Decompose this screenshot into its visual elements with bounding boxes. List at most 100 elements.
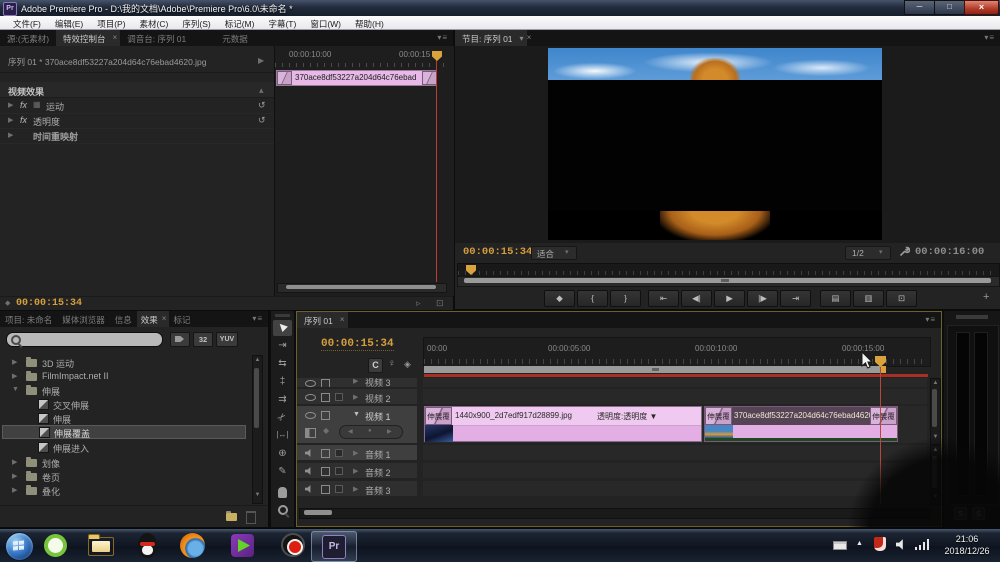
tray-expand-icon[interactable]: ▲ (856, 540, 863, 547)
expand-icon[interactable]: ▼ (353, 411, 360, 418)
row-expand-icon[interactable]: ▶ (8, 116, 13, 124)
video-effects-section[interactable]: 视频效果 ▴ (0, 82, 274, 98)
tree-item-folder[interactable]: ▶ 划像 (0, 455, 248, 469)
tab-close-icon[interactable]: × (339, 312, 348, 328)
snap-button[interactable]: C (368, 358, 383, 373)
tab-effect-controls[interactable]: 特效控制台 (56, 30, 113, 46)
encore-chapter-marker-icon[interactable]: ♀ (388, 358, 396, 369)
tab-audio-mixer[interactable]: 调音台: 序列 01 (120, 30, 193, 46)
track-header-video3-partial[interactable]: ▶ 视频 3 (297, 378, 417, 387)
track-lock-icon[interactable] (335, 485, 343, 493)
sync-lock-icon[interactable] (321, 393, 330, 402)
expand-icon[interactable]: ▶ (12, 372, 17, 380)
scroll-up-icon[interactable]: ▲ (931, 380, 940, 386)
ecp-clip-bar[interactable]: 370ace8df53227a204d64c76ebad (276, 70, 437, 86)
track-lane-audio1[interactable] (423, 445, 927, 460)
prev-keyframe-icon[interactable]: ◀ (348, 428, 353, 435)
timeline-clip[interactable]: 1440x900_2d7edf917d28899.jpg 透明度:透明度 ▼ 伸… (424, 406, 702, 442)
marker-icon[interactable]: ◆ (5, 299, 10, 307)
maximize-button[interactable]: □ (934, 0, 965, 15)
step-forward-button[interactable]: |▶ (747, 290, 778, 307)
row-expand-icon[interactable]: ▶ (8, 101, 13, 109)
tree-item-effect[interactable]: 交叉伸展 (0, 397, 248, 411)
keyframe-navigator[interactable]: ◀ ● ▶ (339, 425, 403, 439)
ecp-h-scrollbar[interactable] (277, 283, 447, 293)
tab-project[interactable]: 项目: 未命名 (0, 311, 57, 327)
unnumbered-marker-icon[interactable]: ◈ (404, 359, 411, 370)
tab-markers[interactable]: 标记 (169, 311, 194, 327)
slip-tool[interactable]: |↔| (271, 430, 294, 439)
button-editor-icon[interactable]: + (983, 291, 989, 303)
tab-info[interactable]: 信息 (110, 311, 137, 327)
effect-row-time-remap[interactable]: ▶ 时间重映射 (0, 128, 274, 144)
track-header-audio1[interactable]: ▶ 音频 1 (297, 445, 417, 460)
menu-marker[interactable]: 标记(M) (218, 16, 262, 29)
add-marker-button[interactable]: ◆ (544, 290, 575, 307)
tab-media-browser[interactable]: 媒体浏览器 (57, 311, 110, 327)
keyframe-icon[interactable]: ◆ (323, 426, 329, 435)
taskbar-item-qq[interactable] (138, 533, 157, 558)
speaker-icon[interactable] (305, 467, 311, 475)
work-area-bar[interactable] (424, 366, 886, 373)
taskbar-item-firefox[interactable] (180, 533, 205, 558)
taskbar-item-browser[interactable] (44, 534, 67, 557)
fit-dropdown[interactable]: 适合 ▾ (531, 246, 577, 260)
track-lock-icon[interactable] (335, 449, 343, 457)
razor-tool[interactable]: ✂ (270, 405, 294, 429)
panel-menu-icon[interactable]: ▾≡ (252, 311, 268, 327)
scroll-thumb[interactable] (286, 285, 436, 289)
next-keyframe-icon[interactable]: ▶ (387, 428, 392, 435)
tree-item-folder[interactable]: ▶ 3D 运动 (0, 355, 248, 369)
export-frame-button[interactable]: ⊡ (886, 290, 917, 307)
transition-block-icon[interactable] (422, 71, 437, 85)
security-tray-icon[interactable] (874, 537, 886, 551)
tab-sequence[interactable]: 序列 01 (297, 312, 340, 328)
effects-tree-scrollbar[interactable]: ▲ ▼ (252, 355, 263, 504)
tree-item-effect-selected[interactable]: 伸展覆盖 (2, 425, 246, 439)
track-lane-audio2[interactable] (423, 463, 927, 478)
scroll-up-icon[interactable]: ▲ (253, 357, 262, 363)
tab-metadata[interactable]: 元数据 (215, 30, 255, 46)
fx-badge[interactable]: fx (20, 115, 27, 125)
timeline-clip-selected[interactable]: 370ace8df53227a204d64c76ebad4620.jpg 透▼ … (704, 406, 898, 442)
accelerated-effects-filter[interactable] (170, 332, 190, 347)
ecp-footer-icon[interactable]: ⊡ (436, 298, 444, 309)
reset-icon[interactable]: ↺ (258, 115, 266, 126)
start-button[interactable] (5, 532, 34, 561)
menu-title[interactable]: 字幕(T) (261, 16, 303, 29)
scroll-down-icon[interactable]: ▼ (253, 492, 262, 498)
collapse-icon[interactable]: ▶ (353, 467, 358, 475)
fx-badge[interactable]: fx (20, 100, 27, 110)
tree-item-effect[interactable]: 伸展进入 (0, 440, 248, 454)
tab-effects[interactable]: 效果 (136, 311, 162, 327)
mark-out-button[interactable]: } (610, 290, 641, 307)
mark-in-button[interactable]: { (577, 290, 608, 307)
ecp-clip-header[interactable]: 序列 01 * 370ace8df53227a204d64c76ebad4620… (0, 46, 274, 73)
tree-item-folder[interactable]: ▶ 卷页 (0, 469, 248, 483)
track-header-audio2[interactable]: ▶ 音频 2 (297, 463, 417, 478)
taskbar-item-premiere-active[interactable]: Pr (311, 531, 357, 562)
expand-icon[interactable]: ▶ (12, 472, 17, 480)
network-icon[interactable] (915, 539, 929, 550)
timeline-h-scrollbar[interactable] (299, 508, 931, 519)
tray-clock[interactable]: 21:06 2018/12/26 (938, 533, 996, 559)
effect-row-motion[interactable]: ▶ fx ▦ 运动 ↺ (0, 98, 274, 114)
reset-icon[interactable]: ↺ (258, 100, 266, 111)
menu-project[interactable]: 项目(P) (90, 16, 132, 29)
tree-item-folder[interactable]: ▼ 伸展 (0, 383, 248, 397)
play-button[interactable]: ▶ (714, 290, 745, 307)
ecp-timecode[interactable]: 00:00:15:34 (16, 298, 82, 309)
tab-close-icon[interactable]: × (161, 311, 170, 327)
timeline-timecode[interactable]: 00:00:15:34 (321, 338, 394, 351)
sync-lock-icon[interactable] (321, 467, 330, 476)
menu-clip[interactable]: 素材(C) (133, 16, 176, 29)
sync-lock-icon[interactable] (321, 379, 330, 387)
tab-program-monitor[interactable]: 节目: 序列 01 (455, 30, 520, 46)
program-h-scrollbar[interactable] (457, 276, 1000, 287)
expand-icon[interactable]: ▶ (12, 486, 17, 494)
collapse-icon[interactable]: ▶ (353, 393, 358, 401)
tab-close-icon[interactable]: × (527, 30, 535, 46)
menu-help[interactable]: 帮助(H) (348, 16, 391, 29)
row-expand-icon[interactable]: ▶ (8, 131, 13, 139)
pen-tool[interactable]: ✎ (271, 466, 294, 477)
